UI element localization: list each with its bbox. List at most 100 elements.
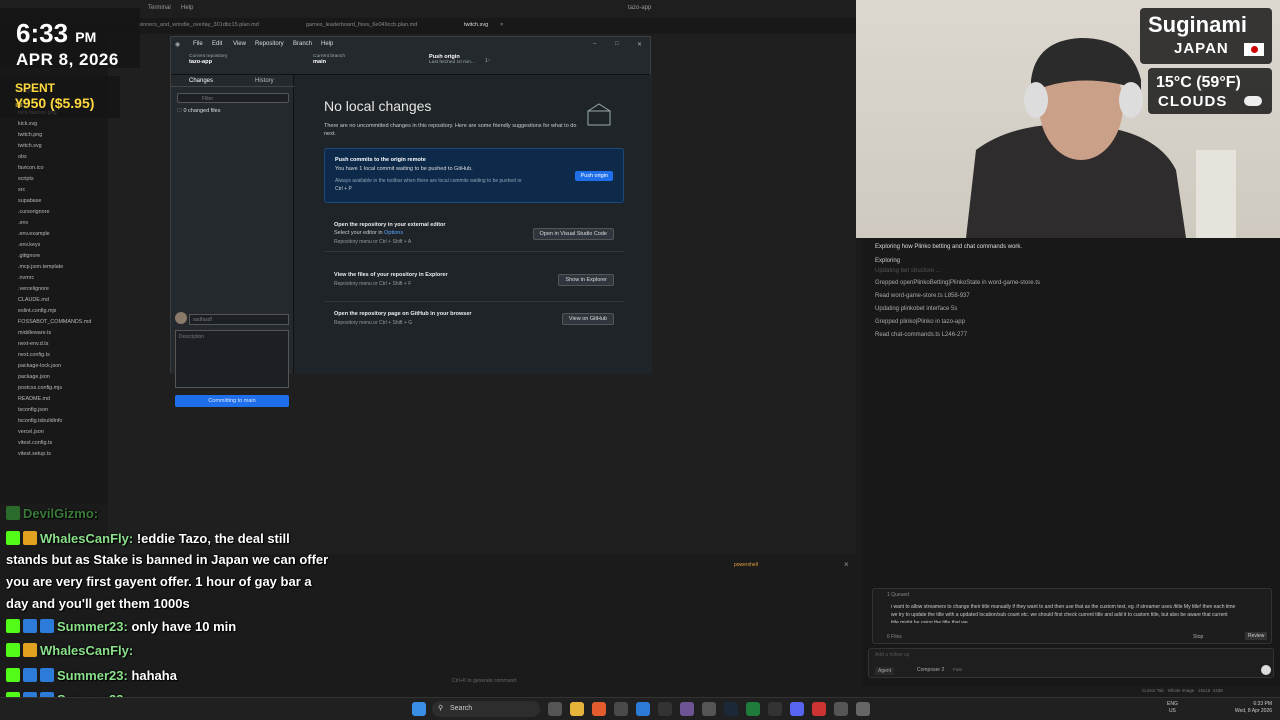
explorer-item[interactable]: .vercelignore bbox=[18, 286, 49, 292]
cursor-icon[interactable] bbox=[658, 702, 672, 716]
explorer-item[interactable]: supabase bbox=[18, 198, 41, 204]
explorer-item[interactable]: tsconfig.json bbox=[18, 407, 48, 413]
explorer-item[interactable]: CLAUDE.md bbox=[18, 297, 49, 303]
kick-badge-icon bbox=[6, 668, 20, 682]
tab-twitch-svg[interactable]: twitch.svg bbox=[464, 22, 488, 28]
followup-placeholder: Add a follow-up bbox=[875, 652, 910, 658]
explorer-item[interactable]: middleware.ts bbox=[18, 330, 51, 336]
queued-message[interactable]: i want to allow streamers to change thei… bbox=[891, 603, 1236, 623]
explorer-item[interactable]: .env.example bbox=[18, 231, 50, 237]
agent-mode-select[interactable]: Agent bbox=[875, 667, 895, 675]
gh-menu-edit[interactable]: Edit bbox=[212, 41, 222, 47]
explorer-item[interactable]: src bbox=[18, 187, 25, 193]
language-indicator[interactable]: ENG US bbox=[1167, 701, 1178, 715]
tab-plan-games[interactable]: games_leaderboard_fixes_6e049ccb.plan.md bbox=[306, 22, 417, 28]
show-in-explorer-button[interactable]: Show in Explorer bbox=[558, 274, 614, 286]
close-icon[interactable]: ✕ bbox=[637, 41, 642, 48]
push-origin-button[interactable]: Push origin Last fetched 10 min... 1↑ bbox=[417, 54, 521, 65]
tab-history[interactable]: History bbox=[255, 78, 274, 84]
sub-badge-icon bbox=[23, 619, 37, 633]
explorer-item[interactable]: README.md bbox=[18, 396, 50, 402]
close-icon[interactable]: × bbox=[844, 560, 849, 569]
app-icon[interactable] bbox=[768, 702, 782, 716]
app-icon[interactable] bbox=[702, 702, 716, 716]
menu-terminal[interactable]: Terminal bbox=[148, 5, 171, 11]
minimize-icon[interactable]: – bbox=[593, 41, 596, 47]
explorer-item[interactable]: favicon.ico bbox=[18, 165, 43, 171]
app-icon[interactable] bbox=[834, 702, 848, 716]
firefox-icon[interactable] bbox=[592, 702, 606, 716]
maximize-icon[interactable]: □ bbox=[615, 41, 619, 47]
taskbar-clock[interactable]: 6:33 PM Wed, 8 Apr 2026 bbox=[1226, 701, 1272, 715]
send-icon[interactable] bbox=[1261, 665, 1271, 675]
explorer-item[interactable]: scripts bbox=[18, 176, 34, 182]
followup-input[interactable]: Add a follow-up Agent Composer 2 Fast bbox=[868, 648, 1274, 678]
crown-badge-icon bbox=[23, 643, 37, 657]
explorer-item[interactable]: twitch.png bbox=[18, 132, 42, 138]
gh-menu-help[interactable]: Help bbox=[321, 41, 333, 47]
explorer-item[interactable]: FOSSABOT_COMMANDS.md bbox=[18, 319, 91, 325]
task-view-icon[interactable] bbox=[548, 702, 562, 716]
terminal-label[interactable]: powershell bbox=[734, 562, 758, 568]
explorer-item[interactable]: twitch.svg bbox=[18, 143, 42, 149]
push-card-shortcut: Ctrl + P bbox=[335, 186, 352, 192]
explorer-item[interactable]: .env bbox=[18, 220, 28, 226]
app-icon[interactable] bbox=[614, 702, 628, 716]
discord-icon[interactable] bbox=[790, 702, 804, 716]
steam-icon[interactable] bbox=[724, 702, 738, 716]
explorer-item[interactable]: vitest.setup.ts bbox=[18, 451, 51, 457]
tab-changes[interactable]: Changes bbox=[189, 78, 213, 84]
filter-input[interactable]: Filter bbox=[177, 93, 289, 103]
settings-icon[interactable] bbox=[856, 702, 870, 716]
explorer-item[interactable]: .gitignore bbox=[18, 253, 40, 259]
taskbar-search[interactable]: ⚲ Search bbox=[432, 701, 540, 717]
close-icon[interactable]: × bbox=[500, 22, 503, 28]
file-explorer-icon[interactable] bbox=[570, 702, 584, 716]
explorer-item[interactable]: postcss.config.mjs bbox=[18, 385, 62, 391]
location-city: Suginami bbox=[1148, 12, 1248, 37]
windows-start-icon[interactable] bbox=[412, 702, 426, 716]
current-branch-button[interactable]: Current branch main bbox=[301, 54, 405, 65]
agent-line: Read word-game-store.ts L858-937 bbox=[875, 293, 970, 299]
explorer-item[interactable]: .env.keys bbox=[18, 242, 40, 248]
explorer-item[interactable]: .cursorignore bbox=[18, 209, 49, 215]
explorer-item[interactable]: vitest.config.ts bbox=[18, 440, 52, 446]
agent-line: Read chat-commands.ts L246-277 bbox=[875, 332, 968, 338]
explorer-item[interactable]: tsconfig.tsbuildinfo bbox=[18, 418, 62, 424]
tab-plan-winners[interactable]: winners_and_wrindle_overlay_301dbc15.pla… bbox=[138, 22, 259, 28]
explorer-item[interactable]: kick.svg bbox=[18, 121, 37, 127]
open-in-vscode-button[interactable]: Open in Visual Studio Code bbox=[532, 228, 614, 240]
gh-menu-branch[interactable]: Branch bbox=[293, 41, 312, 47]
options-link[interactable]: Options bbox=[384, 230, 403, 236]
menu-help[interactable]: Help bbox=[181, 5, 193, 11]
explorer-item[interactable]: obs bbox=[18, 154, 27, 160]
gh-menu-view[interactable]: View bbox=[233, 41, 246, 47]
stop-button[interactable]: Stop bbox=[1193, 634, 1203, 640]
commit-button[interactable]: Committing to main bbox=[175, 395, 289, 407]
vscode-icon[interactable] bbox=[636, 702, 650, 716]
weather-temp: 15°C (59°F) bbox=[1156, 74, 1241, 91]
kick-badge-icon bbox=[6, 643, 20, 657]
explorer-item[interactable]: package-lock.json bbox=[18, 363, 61, 369]
push-origin-card-button[interactable]: Push origin bbox=[575, 171, 613, 181]
summary-input[interactable]: asdfasdf bbox=[189, 314, 289, 325]
gh-menu-file[interactable]: File bbox=[193, 41, 203, 47]
explorer-item[interactable]: .mcp.json.template bbox=[18, 264, 63, 270]
description-input[interactable]: Description bbox=[175, 330, 289, 388]
view-on-github-button[interactable]: View on GitHub bbox=[561, 313, 614, 325]
gifter-badge-icon bbox=[40, 668, 54, 682]
explorer-item[interactable]: next-env.d.ts bbox=[18, 341, 48, 347]
app-icon[interactable] bbox=[812, 702, 826, 716]
review-button[interactable]: Review bbox=[1245, 632, 1268, 640]
github-desktop-icon[interactable] bbox=[680, 702, 694, 716]
explorer-item[interactable]: .nvmrc bbox=[18, 275, 34, 281]
explorer-item[interactable]: eslint.config.mjs bbox=[18, 308, 56, 314]
xbox-icon[interactable] bbox=[746, 702, 760, 716]
model-select[interactable]: Composer 2 bbox=[917, 667, 944, 673]
files-count[interactable]: 6 Files bbox=[887, 634, 902, 640]
gh-menu-repository[interactable]: Repository bbox=[255, 41, 284, 47]
explorer-item[interactable]: next.config.ts bbox=[18, 352, 50, 358]
explorer-item[interactable]: vercel.json bbox=[18, 429, 44, 435]
explorer-item[interactable]: package.json bbox=[18, 374, 50, 380]
current-repository-button[interactable]: Current repository tazo-app bbox=[177, 54, 295, 65]
